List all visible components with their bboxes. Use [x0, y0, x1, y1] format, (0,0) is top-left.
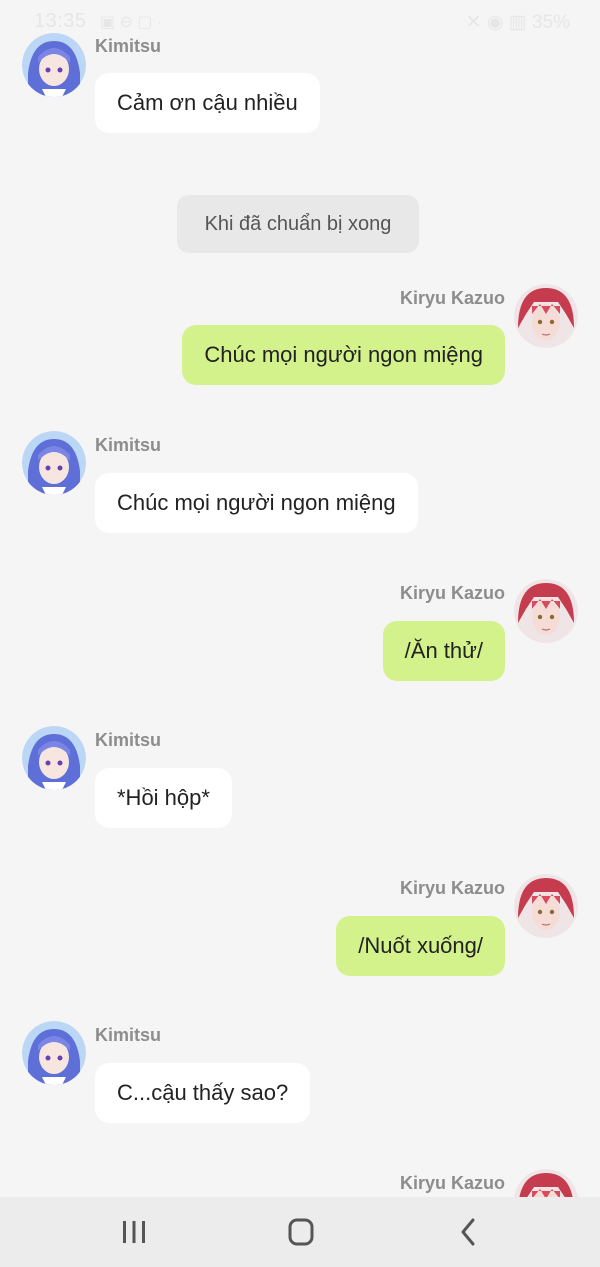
signal-icons: ✕ ◉ ▥	[465, 12, 527, 33]
message-bubble[interactable]: Cảm ơn cậu nhiều	[95, 73, 320, 133]
sender-name: Kiryu Kazuo	[399, 288, 505, 308]
status-time: 13:35	[34, 10, 87, 32]
sender-name: Kimitsu	[95, 730, 162, 750]
avatar-kimitsu[interactable]	[22, 726, 86, 790]
message-bubble[interactable]: Chúc mọi người ngon miệng	[95, 473, 418, 533]
back-icon[interactable]	[446, 1211, 490, 1253]
avatar-kimitsu[interactable]	[22, 1021, 86, 1085]
avatar-kiryu[interactable]	[514, 1169, 578, 1197]
sender-name: Kiryu Kazuo	[399, 1173, 505, 1193]
message-bubble[interactable]: *Hồi hộp*	[95, 768, 232, 828]
chat-area[interactable]: Kimitsu Cảm ơn cậu nhiều Khi đã chuẩn bị…	[0, 0, 600, 1197]
notification-icons: ▣ ⊖ ▢ ·	[100, 14, 163, 31]
sender-name: Kimitsu	[95, 1025, 162, 1045]
avatar-kiryu[interactable]	[514, 874, 578, 938]
avatar-kiryu[interactable]	[514, 579, 578, 643]
message-bubble[interactable]: /Ăn thử/	[382, 621, 505, 681]
avatar-kimitsu[interactable]	[22, 431, 86, 495]
home-icon[interactable]	[279, 1211, 323, 1253]
battery-level: 35%	[531, 12, 570, 33]
status-right: ✕ ◉ ▥ 35%	[466, 11, 570, 34]
message-bubble[interactable]: C...cậu thấy sao?	[95, 1063, 311, 1123]
message-bubble[interactable]: /Nuốt xuống/	[336, 916, 505, 976]
sender-name: Kiryu Kazuo	[399, 583, 505, 603]
navigation-bar	[0, 1197, 600, 1267]
sender-name: Kimitsu	[95, 435, 162, 455]
recent-apps-icon[interactable]	[112, 1211, 156, 1253]
message-bubble[interactable]: Chúc mọi người ngon miệng	[182, 325, 505, 385]
sender-name: Kiryu Kazuo	[399, 878, 505, 898]
status-bar: 13:35 ▣ ⊖ ▢ · ✕ ◉ ▥ 35%	[0, 0, 600, 44]
system-message: Khi đã chuẩn bị xong	[177, 195, 419, 253]
avatar-kiryu[interactable]	[514, 284, 578, 348]
